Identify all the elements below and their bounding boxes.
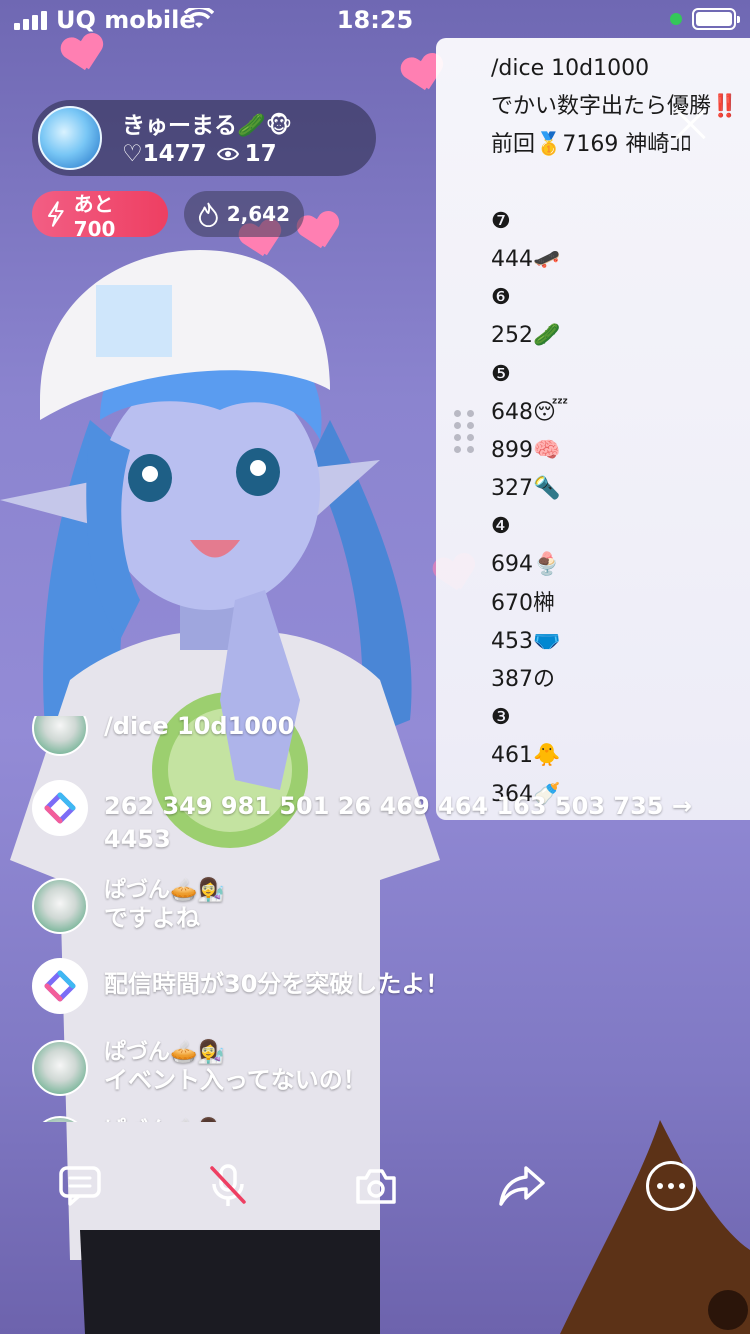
commenter-name[interactable]: ぱづん🥧👩‍🔬: [104, 872, 225, 904]
remaining-label: あと700: [73, 191, 116, 241]
note-line: [491, 165, 738, 203]
commenter-avatar[interactable]: [32, 716, 88, 756]
note-line: 899🧠: [491, 437, 561, 463]
commenter-avatar[interactable]: [32, 1040, 88, 1096]
comment-button[interactable]: [56, 1162, 104, 1210]
comment-text: 配信時間が30分を突破したよ！: [104, 970, 450, 998]
more-icon: [657, 1183, 663, 1189]
note-line: 444🛹: [491, 246, 561, 272]
battery-icon: [692, 8, 740, 30]
note-content: /dice 10d1000 でかい数字出たら優勝‼️ 前回🥇7169 神崎ｺﾛ …: [491, 50, 738, 814]
eye-icon: [216, 147, 239, 161]
comment-text: イベント入ってないの！: [104, 1066, 367, 1094]
note-line: ❻: [491, 285, 511, 311]
note-line: /dice 10d1000: [491, 56, 650, 81]
drag-handle-icon[interactable]: [454, 410, 474, 453]
share-icon: [499, 1166, 545, 1206]
note-line: ❼: [491, 208, 511, 234]
comment-icon: [59, 1166, 101, 1206]
note-line: 670榊: [491, 590, 555, 616]
commenter-avatar[interactable]: [32, 878, 88, 934]
host-stats: ♡1477 17: [122, 141, 277, 167]
fire-icon: [198, 202, 218, 227]
camera-button[interactable]: [352, 1162, 400, 1210]
share-button[interactable]: [498, 1162, 546, 1210]
note-line: 694🍨: [491, 552, 561, 578]
note-line: ❹: [491, 514, 511, 540]
system-avatar: [32, 780, 88, 836]
more-button[interactable]: [646, 1161, 696, 1211]
comment-text: ですよね: [104, 904, 200, 932]
host-profile-card[interactable]: きゅーまる🥒🐵 ♡1477 17: [32, 100, 376, 176]
commenter-name[interactable]: ぱづん🥧👩‍🔬: [104, 1034, 225, 1066]
close-icon[interactable]: [670, 104, 710, 144]
lightning-icon: [47, 201, 64, 227]
likes-count: ♡1477: [122, 141, 207, 167]
note-line: 453🩲: [491, 628, 561, 654]
pinned-note-panel[interactable]: /dice 10d1000 でかい数字出たら優勝‼️ 前回🥇7169 神崎ｺﾛ …: [436, 38, 750, 820]
note-line: 648😴: [491, 399, 569, 425]
event-remaining-pill[interactable]: あと700: [32, 191, 168, 241]
system-avatar: [32, 958, 88, 1014]
status-time: 18:25: [336, 6, 414, 34]
host-avatar[interactable]: [38, 106, 102, 170]
heart-icon: [60, 32, 107, 79]
commenter-avatar[interactable]: [32, 1116, 88, 1122]
note-line: 252🥒: [491, 323, 561, 349]
reality-logo-icon: [44, 792, 76, 824]
note-line: 327🔦: [491, 476, 561, 502]
reality-logo-icon: [44, 970, 76, 1002]
fire-points-pill[interactable]: 2,642: [184, 191, 304, 237]
comment-text: 262 349 981 501 26 469 464 163 503 735 →…: [104, 792, 692, 853]
status-bar: UQ mobile 18:25: [0, 0, 750, 40]
mic-toggle-button[interactable]: [204, 1162, 252, 1210]
commenter-name[interactable]: ぱづん🥧👩‍🔬: [104, 1112, 225, 1122]
fire-count: 2,642: [226, 202, 290, 226]
mic-off-icon: [210, 1164, 246, 1206]
comment-feed[interactable]: /dice 10d1000 262 349 981 501 26 469 464…: [32, 716, 732, 1122]
viewer-count: 17: [244, 141, 277, 167]
recording-indicator: [670, 13, 682, 25]
camera-icon: [356, 1169, 396, 1204]
comment-text: /dice 10d1000: [104, 716, 295, 740]
note-line: 387の: [491, 667, 555, 692]
host-name: きゅーまる🥒🐵: [122, 113, 293, 139]
note-line: ❺: [491, 361, 511, 387]
